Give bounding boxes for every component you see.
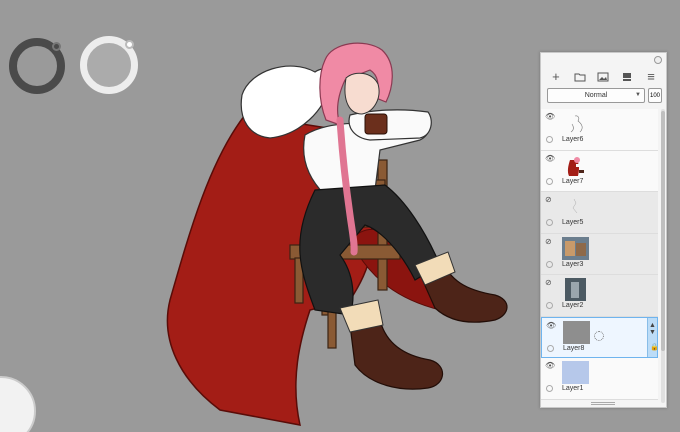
layer-list: 👁 Layer6 👁 Layer7 ⊘ Layer5 ⊘ Layer3 ⊘ La… bbox=[541, 109, 659, 403]
lock-icon[interactable]: 🔒 bbox=[650, 343, 659, 351]
layer-thumbnail bbox=[570, 115, 583, 133]
layers-panel: + ≡ Normal ▼ 100 👁 Layer6 👁 Layer7 ⊘ Lay… bbox=[540, 52, 667, 408]
layer-thumbnail bbox=[562, 236, 589, 260]
layer-thumbnail bbox=[562, 361, 589, 384]
eye-icon[interactable]: 👁 bbox=[545, 154, 555, 163]
eye-hidden-icon[interactable]: ⊘ bbox=[545, 196, 555, 204]
sub-color-handle[interactable] bbox=[125, 40, 134, 49]
eye-icon[interactable]: 👁 bbox=[545, 113, 555, 121]
layer-row-selected[interactable]: 👁 Layer8 ▲ ▼ 🔒 bbox=[541, 316, 659, 358]
quick-menu-wheel[interactable] bbox=[0, 376, 36, 432]
layer-clip-icon[interactable] bbox=[620, 70, 634, 84]
face bbox=[344, 72, 380, 115]
blend-mode-select[interactable]: Normal ▼ bbox=[547, 88, 645, 103]
layer-status-dot[interactable] bbox=[546, 136, 553, 143]
sub-color-ring[interactable] bbox=[80, 36, 138, 94]
layer-row[interactable]: 👁 Layer1 bbox=[541, 358, 658, 400]
bracer bbox=[364, 113, 388, 135]
layer-status-dot[interactable] bbox=[546, 302, 553, 309]
eye-icon[interactable]: 👁 bbox=[545, 362, 555, 370]
layer-list-scrollbar[interactable] bbox=[661, 109, 665, 403]
layers-toolbar: + ≡ bbox=[541, 67, 666, 87]
layer-name: Layer7 bbox=[562, 177, 584, 185]
layer-row[interactable]: 👁 Layer6 bbox=[541, 109, 658, 151]
image-icon[interactable] bbox=[596, 70, 610, 84]
chevron-down-icon: ▼ bbox=[635, 92, 641, 98]
eye-icon[interactable]: 👁 bbox=[546, 321, 556, 330]
layer-reorder-handle[interactable]: ▲ ▼ 🔒 bbox=[647, 317, 659, 357]
layer-status-dot[interactable] bbox=[546, 177, 553, 185]
layer-status-dot[interactable] bbox=[546, 385, 553, 392]
add-layer-icon[interactable]: + bbox=[549, 70, 563, 84]
boot-left bbox=[349, 319, 444, 390]
blend-row: Normal ▼ 100 bbox=[547, 88, 662, 103]
panel-close-button[interactable] bbox=[654, 56, 662, 64]
layer-thumbnail bbox=[567, 156, 584, 176]
panel-resize-grip[interactable] bbox=[591, 402, 615, 405]
eye-hidden-icon[interactable]: ⊘ bbox=[545, 279, 555, 287]
layer-row[interactable]: ⊘ Layer2 bbox=[541, 275, 658, 317]
layer-name: Layer8 bbox=[563, 344, 585, 352]
folder-icon[interactable] bbox=[573, 70, 587, 84]
canvas-artwork[interactable] bbox=[150, 40, 530, 432]
loading-icon bbox=[594, 330, 604, 341]
opacity-field[interactable]: 100 bbox=[648, 88, 662, 103]
layer-thumbnail bbox=[572, 198, 578, 214]
layer-name: Layer1 bbox=[562, 385, 584, 392]
layer-thumbnail bbox=[565, 278, 586, 301]
layer-status-dot[interactable] bbox=[546, 260, 553, 268]
blend-mode-label: Normal bbox=[584, 92, 608, 99]
layer-status-dot[interactable] bbox=[546, 219, 553, 226]
layer-name: Layer6 bbox=[562, 136, 584, 143]
layer-row[interactable]: 👁 Layer7 bbox=[541, 150, 658, 192]
main-color-ring[interactable] bbox=[9, 38, 65, 94]
layer-status-dot[interactable] bbox=[547, 344, 554, 352]
menu-icon[interactable]: ≡ bbox=[644, 70, 658, 84]
scrollbar-thumb[interactable] bbox=[661, 111, 665, 351]
layer-row[interactable]: ⊘ Layer5 bbox=[541, 192, 658, 234]
eye-hidden-icon[interactable]: ⊘ bbox=[545, 237, 555, 246]
move-updown-icon[interactable]: ▲ ▼ bbox=[649, 322, 656, 336]
layer-name: Layer5 bbox=[562, 219, 584, 226]
main-color-handle[interactable] bbox=[52, 42, 61, 51]
layer-thumbnail bbox=[563, 320, 590, 344]
layer-row[interactable]: ⊘ Layer3 bbox=[541, 233, 658, 275]
layer-name: Layer2 bbox=[562, 302, 584, 309]
layer-name: Layer3 bbox=[562, 260, 584, 268]
